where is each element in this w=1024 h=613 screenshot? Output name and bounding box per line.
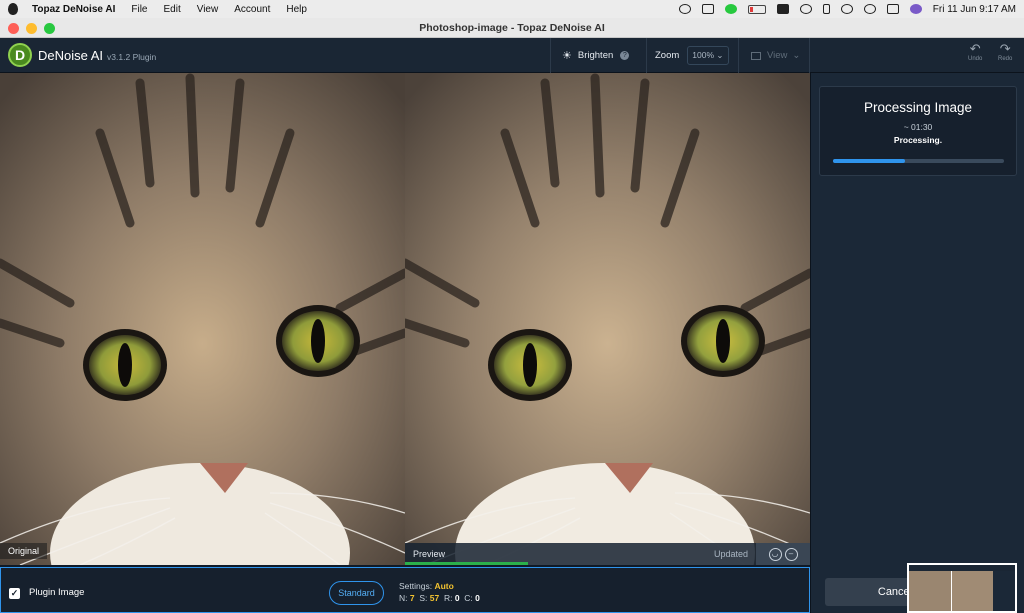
menu-account[interactable]: Account — [234, 4, 270, 15]
view-label: View — [767, 50, 788, 61]
plugin-image-label: Plugin Image — [29, 587, 85, 598]
menu-edit[interactable]: Edit — [163, 4, 180, 15]
display-icon[interactable] — [701, 4, 714, 14]
brighten-control[interactable]: ☀ Brighten ? — [550, 38, 646, 73]
bluetooth-icon[interactable] — [822, 4, 830, 14]
settings-value: Auto — [434, 581, 454, 591]
window-titlebar: Photoshop-image - Topaz DeNoise AI — [0, 18, 1024, 38]
processing-title: Processing Image — [863, 100, 973, 115]
color-value: 0 — [475, 593, 480, 603]
processing-time: ~ 01:30 — [903, 122, 933, 132]
creative-cloud-icon[interactable] — [678, 4, 691, 14]
menu-help[interactable]: Help — [286, 4, 307, 15]
keyboard-input-icon[interactable] — [776, 4, 789, 14]
zoom-window-icon[interactable] — [44, 23, 55, 34]
screenshot-thumbnail[interactable] — [907, 563, 1017, 613]
standard-mode-button[interactable]: Standard — [329, 581, 384, 605]
preview-status-bar: Preview Updated — [405, 543, 756, 565]
app-version: v3.1.2 Plugin — [107, 51, 157, 62]
view-select[interactable]: View ⌄ — [738, 38, 810, 73]
app-name: DeNoise AI — [38, 47, 104, 63]
redo-icon: ↷ — [999, 41, 1011, 56]
zoom-control: Zoom 100% ⌄ — [646, 38, 738, 73]
help-icon[interactable]: ? — [620, 51, 630, 60]
zoom-label: Zoom — [655, 50, 680, 61]
bottom-bar: ✓ Plugin Image Standard Settings: Auto N… — [0, 567, 810, 613]
brighten-label: Brighten — [577, 50, 614, 61]
view-mode-icon — [751, 51, 761, 60]
processing-card: Processing Image ~ 01:30 Processing. — [819, 86, 1017, 176]
thumbnail-cat-left — [909, 571, 951, 611]
original-label: Original — [0, 543, 48, 559]
user-icon[interactable] — [840, 4, 853, 14]
spotlight-search-icon[interactable] — [863, 4, 876, 14]
line-app-icon[interactable] — [724, 4, 737, 14]
undo-button[interactable]: ↶ Undo — [968, 41, 982, 63]
sun-icon: ☀ — [562, 50, 572, 62]
menubar-clock[interactable]: Fri 11 Jun 9:17 AM — [933, 4, 1016, 15]
minimize-window-icon[interactable] — [26, 23, 37, 34]
control-center-icon[interactable] — [886, 4, 899, 14]
recover-value: 0 — [454, 593, 460, 603]
preview-progress-bar — [405, 562, 528, 565]
neutral-face-icon[interactable]: – — [784, 547, 798, 561]
redo-button[interactable]: ↷ Redo — [998, 41, 1012, 63]
menu-view[interactable]: View — [197, 4, 219, 15]
settings-summary: Settings: Auto N: 7 S: 57 R: 0 C: 0 — [399, 581, 480, 603]
processing-progress-track — [833, 159, 1004, 163]
preview-updated-status: Updated — [713, 549, 748, 559]
preview-cat-image — [405, 73, 810, 565]
siri-icon[interactable] — [909, 4, 922, 14]
close-window-icon[interactable] — [8, 23, 19, 34]
feedback-buttons: ◡ – — [756, 543, 810, 565]
original-cat-image — [0, 73, 405, 565]
chevron-down-icon: ⌄ — [792, 50, 801, 61]
chevron-down-icon: ⌄ — [716, 50, 724, 60]
preview-label: Preview — [413, 549, 446, 559]
processing-progress-fill — [833, 159, 905, 163]
menu-file[interactable]: File — [131, 4, 147, 15]
sharpen-value: 57 — [429, 593, 440, 603]
zoom-select[interactable]: 100% ⌄ — [687, 46, 729, 65]
original-pane[interactable]: Original — [0, 73, 405, 565]
right-panel: Processing Image ~ 01:30 Processing. Can… — [810, 73, 1024, 613]
window-title: Photoshop-image - Topaz DeNoise AI — [419, 22, 605, 34]
denoise-logo-icon: D — [8, 43, 32, 67]
wifi-icon[interactable] — [799, 4, 812, 14]
image-canvas[interactable]: Original Preview Updated ◡ – — [0, 73, 810, 565]
thumbnail-cat-right — [950, 571, 993, 611]
processing-status: Processing. — [893, 135, 943, 145]
smile-face-icon[interactable]: ◡ — [768, 547, 782, 561]
menu-app-name[interactable]: Topaz DeNoise AI — [32, 4, 115, 15]
system-menubar: Topaz DeNoise AI File Edit View Account … — [0, 0, 1024, 18]
battery-icon[interactable] — [747, 4, 766, 14]
app-toolbar: D DeNoise AI v3.1.2 Plugin ☀ Brighten ? … — [0, 38, 1024, 73]
undo-icon: ↶ — [969, 41, 981, 56]
plugin-image-checkbox[interactable]: ✓ — [9, 588, 20, 599]
noise-value: 7 — [409, 593, 415, 603]
apple-icon[interactable] — [8, 3, 18, 15]
app-logo: D DeNoise AI v3.1.2 Plugin — [8, 43, 156, 67]
preview-pane[interactable]: Preview Updated ◡ – — [405, 73, 810, 565]
